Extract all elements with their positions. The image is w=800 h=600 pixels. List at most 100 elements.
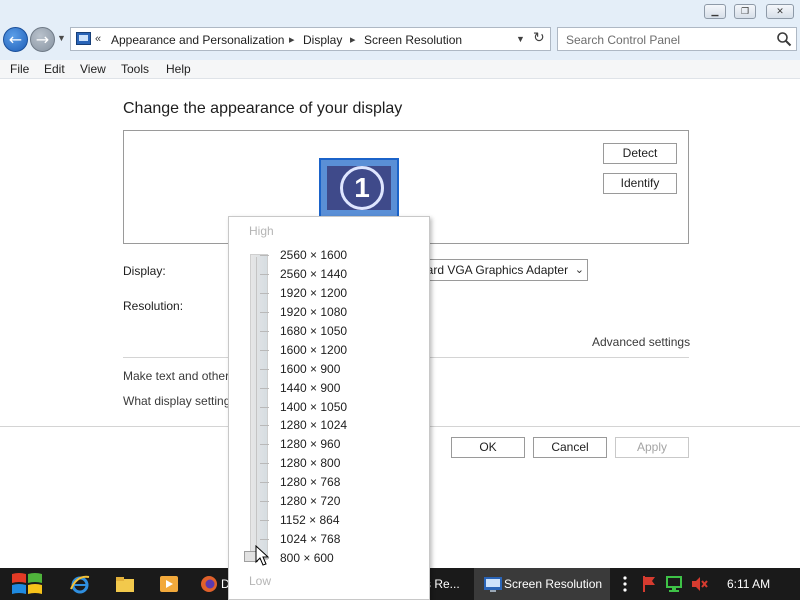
slider-tick <box>260 463 269 465</box>
resolution-option[interactable]: 1280 × 1024 <box>229 416 429 435</box>
resolution-option[interactable]: 2560 × 1600 <box>229 246 429 265</box>
resolution-option-label: 1280 × 960 <box>280 437 341 452</box>
slider-tick <box>260 520 269 522</box>
display-settings-link[interactable]: What display setting <box>123 394 230 408</box>
resolution-option[interactable]: 1280 × 800 <box>229 454 429 473</box>
title-bar: ▁ ❐ ✕ <box>0 0 800 24</box>
monitor-screen: 1 <box>327 166 391 210</box>
cancel-button[interactable]: Cancel <box>533 437 607 458</box>
menu-tools[interactable]: Tools <box>121 62 149 76</box>
minimize-button[interactable]: ▁ <box>704 4 726 19</box>
resolution-option[interactable]: 1920 × 1080 <box>229 303 429 322</box>
action-center-flag-icon[interactable] <box>640 573 658 595</box>
advanced-settings-link[interactable]: Advanced settings <box>592 335 690 349</box>
resolution-option[interactable]: 1400 × 1050 <box>229 398 429 417</box>
forward-button[interactable]: → <box>30 27 55 52</box>
resolution-option-label: 1280 × 800 <box>280 456 341 471</box>
resolution-option[interactable]: 1280 × 960 <box>229 435 429 454</box>
slider-tick <box>260 501 269 503</box>
resolution-option-label: 1440 × 900 <box>280 380 341 395</box>
text-size-link[interactable]: Make text and other <box>123 369 229 383</box>
refresh-icon[interactable]: ↻ <box>533 30 545 46</box>
resolution-option-label: 1680 × 1050 <box>280 323 348 338</box>
maximize-button[interactable]: ❐ <box>734 4 756 19</box>
resolution-label: Resolution: <box>123 299 184 313</box>
resolution-option[interactable]: 1280 × 720 <box>229 492 429 511</box>
resolution-option-label: 1152 × 864 <box>280 513 340 528</box>
volume-muted-icon[interactable] <box>690 573 708 595</box>
search-input[interactable]: Search Control Panel <box>566 33 680 47</box>
start-button-windows-icon[interactable] <box>10 570 44 598</box>
resolution-option[interactable]: 1440 × 900 <box>229 379 429 398</box>
slider-tick <box>260 368 269 370</box>
resolution-option[interactable]: 1280 × 768 <box>229 473 429 492</box>
monitor-number: 1 <box>340 166 384 210</box>
breadcrumb-overflow[interactable]: « <box>95 33 101 45</box>
resolution-option-label: 1600 × 1200 <box>280 342 348 357</box>
resolution-dropdown[interactable]: High 2560 × 1600 2560 × 1440 1920 × 1200 19… <box>228 216 430 600</box>
display-select-value: lard VGA Graphics Adapter <box>424 263 569 277</box>
slider-tick <box>260 349 269 351</box>
identify-button[interactable]: Identify <box>603 173 677 194</box>
control-panel-icon <box>76 32 91 45</box>
resolution-option-label: 1920 × 1080 <box>280 304 348 319</box>
resolution-option-label: 1024 × 768 <box>280 532 341 547</box>
address-dropdown-icon[interactable]: ▼ <box>516 34 525 44</box>
page-title: Change the appearance of your display <box>123 100 403 117</box>
navigation-bar: ← → ▼ « Appearance and Personalization ▸… <box>0 24 800 60</box>
search-icon[interactable] <box>776 31 792 47</box>
low-label: Low <box>249 574 272 588</box>
resolution-option-label: 1280 × 720 <box>280 494 341 509</box>
breadcrumb-separator[interactable]: ▸ <box>289 33 295 46</box>
clock[interactable]: 6:11 AM <box>727 577 770 591</box>
slider-tick <box>260 330 269 332</box>
internet-explorer-icon[interactable] <box>69 573 91 595</box>
breadcrumb-screen-resolution[interactable]: Screen Resolution <box>364 33 462 47</box>
taskbar-partial-window[interactable]: s Re... <box>425 568 473 600</box>
apply-button: Apply <box>615 437 689 458</box>
menu-edit[interactable]: Edit <box>44 62 65 76</box>
monitor-icon[interactable]: 1 <box>319 158 399 218</box>
search-box[interactable]: Search Control Panel <box>557 27 797 51</box>
taskbar-active-label: Screen Resolution <box>504 577 603 591</box>
detect-button[interactable]: Detect <box>603 143 677 164</box>
breadcrumb-separator[interactable]: ▸ <box>350 33 356 46</box>
firefox-icon <box>201 576 217 592</box>
ok-button[interactable]: OK <box>451 437 525 458</box>
high-label: High <box>249 224 274 238</box>
slider-tick <box>260 406 269 408</box>
slider-tick <box>260 311 269 313</box>
back-button[interactable]: ← <box>3 27 28 52</box>
menu-help[interactable]: Help <box>166 62 191 76</box>
menu-view[interactable]: View <box>80 62 106 76</box>
control-panel-icon <box>484 577 502 592</box>
resolution-option[interactable]: 1920 × 1200 <box>229 284 429 303</box>
resolution-option-label: 800 × 600 <box>280 551 334 566</box>
slider-tick <box>260 292 269 294</box>
recent-pages-chevron-icon[interactable]: ▼ <box>57 33 66 43</box>
menu-file[interactable]: File <box>10 62 29 76</box>
breadcrumb-display[interactable]: Display <box>303 33 342 47</box>
resolution-option[interactable]: 1680 × 1050 <box>229 322 429 341</box>
resolution-option[interactable]: 1152 × 864 <box>229 511 429 530</box>
media-player-icon[interactable] <box>158 573 180 595</box>
resolution-option[interactable]: 1600 × 900 <box>229 360 429 379</box>
taskbar-screen-resolution[interactable]: Screen Resolution <box>474 568 610 600</box>
slider-tick <box>260 273 269 275</box>
resolution-option-label: 1280 × 768 <box>280 475 341 490</box>
menu-bar: File Edit View Tools Help <box>0 60 800 79</box>
breadcrumb-appearance[interactable]: Appearance and Personalization <box>111 33 284 47</box>
slider-tick <box>260 539 269 541</box>
file-explorer-icon[interactable] <box>114 573 136 595</box>
address-bar[interactable]: « Appearance and Personalization ▸ Displ… <box>70 27 551 51</box>
overflow-menu-icon[interactable] <box>618 573 632 595</box>
slider-tick <box>260 255 269 256</box>
resolution-option[interactable]: 1600 × 1200 <box>229 341 429 360</box>
close-button[interactable]: ✕ <box>766 4 794 19</box>
resolution-option[interactable]: 2560 × 1440 <box>229 265 429 284</box>
resolution-option-label: 1600 × 900 <box>280 361 341 376</box>
taskbar-window-label: s Re... <box>425 577 460 591</box>
slider-tick <box>260 482 269 484</box>
network-icon[interactable] <box>664 573 684 595</box>
resolution-option-label: 2560 × 1600 <box>280 248 348 262</box>
